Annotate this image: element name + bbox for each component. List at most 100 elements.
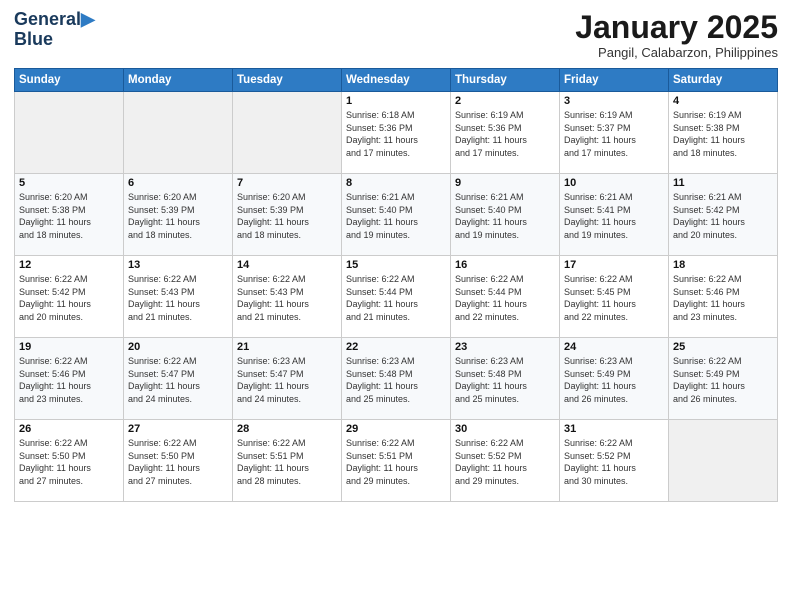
day-number: 8 <box>346 177 446 189</box>
calendar-cell: 8 Sunrise: 6:21 AM Sunset: 5:40 PM Daylig… <box>342 174 451 256</box>
day-info: Sunrise: 6:22 AM Sunset: 5:42 PM Dayligh… <box>19 273 119 323</box>
calendar-cell: 2 Sunrise: 6:19 AM Sunset: 5:36 PM Daylig… <box>451 92 560 174</box>
day-number: 25 <box>673 341 773 353</box>
day-info: Sunrise: 6:19 AM Sunset: 5:37 PM Dayligh… <box>564 109 664 159</box>
day-info: Sunrise: 6:22 AM Sunset: 5:44 PM Dayligh… <box>346 273 446 323</box>
day-info: Sunrise: 6:20 AM Sunset: 5:39 PM Dayligh… <box>128 191 228 241</box>
day-info: Sunrise: 6:22 AM Sunset: 5:43 PM Dayligh… <box>237 273 337 323</box>
calendar-cell: 21 Sunrise: 6:23 AM Sunset: 5:47 PM Dayli… <box>233 338 342 420</box>
logo-text: General▶Blue <box>14 10 95 50</box>
header: General▶Blue January 2025 Pangil, Calaba… <box>14 10 778 60</box>
day-number: 30 <box>455 423 555 435</box>
day-number: 2 <box>455 95 555 107</box>
day-info: Sunrise: 6:22 AM Sunset: 5:52 PM Dayligh… <box>564 437 664 487</box>
day-number: 23 <box>455 341 555 353</box>
day-number: 7 <box>237 177 337 189</box>
title-block: January 2025 Pangil, Calabarzon, Philipp… <box>575 10 778 60</box>
calendar-cell: 23Sunrise: 6:23 AM Sunset: 5:48 PM Dayli… <box>451 338 560 420</box>
day-number: 11 <box>673 177 773 189</box>
calendar-cell: 15 Sunrise: 6:22 AM Sunset: 5:44 PM Dayli… <box>342 256 451 338</box>
calendar-cell <box>124 92 233 174</box>
day-info: Sunrise: 6:23 AM Sunset: 5:47 PM Dayligh… <box>237 355 337 405</box>
day-number: 3 <box>564 95 664 107</box>
day-number: 26 <box>19 423 119 435</box>
day-info: Sunrise: 6:20 AM Sunset: 5:39 PM Dayligh… <box>237 191 337 241</box>
day-number: 9 <box>455 177 555 189</box>
calendar-cell: 14 Sunrise: 6:22 AM Sunset: 5:43 PM Dayli… <box>233 256 342 338</box>
day-info: Sunrise: 6:21 AM Sunset: 5:40 PM Dayligh… <box>346 191 446 241</box>
day-number: 20 <box>128 341 228 353</box>
calendar-cell: 11 Sunrise: 6:21 AM Sunset: 5:42 PM Dayli… <box>669 174 778 256</box>
day-info: Sunrise: 6:22 AM Sunset: 5:45 PM Dayligh… <box>564 273 664 323</box>
day-number: 4 <box>673 95 773 107</box>
day-number: 22 <box>346 341 446 353</box>
day-info: Sunrise: 6:22 AM Sunset: 5:46 PM Dayligh… <box>673 273 773 323</box>
day-number: 18 <box>673 259 773 271</box>
weekday-header: Tuesday <box>233 69 342 92</box>
calendar-cell: 31 Sunrise: 6:22 AM Sunset: 5:52 PM Dayli… <box>560 420 669 502</box>
calendar-cell: 18 Sunrise: 6:22 AM Sunset: 5:46 PM Dayli… <box>669 256 778 338</box>
calendar-cell: 27 Sunrise: 6:22 AM Sunset: 5:50 PM Dayli… <box>124 420 233 502</box>
day-number: 19 <box>19 341 119 353</box>
calendar-cell: 17 Sunrise: 6:22 AM Sunset: 5:45 PM Dayli… <box>560 256 669 338</box>
calendar-week-row: 12 Sunrise: 6:22 AM Sunset: 5:42 PM Dayli… <box>15 256 778 338</box>
weekday-header: Monday <box>124 69 233 92</box>
calendar-cell: 22Sunrise: 6:23 AM Sunset: 5:48 PM Dayli… <box>342 338 451 420</box>
day-number: 10 <box>564 177 664 189</box>
calendar-cell: 24 Sunrise: 6:23 AM Sunset: 5:49 PM Dayli… <box>560 338 669 420</box>
day-number: 1 <box>346 95 446 107</box>
calendar-cell: 7 Sunrise: 6:20 AM Sunset: 5:39 PM Daylig… <box>233 174 342 256</box>
day-number: 14 <box>237 259 337 271</box>
day-info: Sunrise: 6:21 AM Sunset: 5:42 PM Dayligh… <box>673 191 773 241</box>
weekday-header-row: SundayMondayTuesdayWednesdayThursdayFrid… <box>15 69 778 92</box>
calendar-page: General▶Blue January 2025 Pangil, Calaba… <box>0 0 792 612</box>
calendar-subtitle: Pangil, Calabarzon, Philippines <box>575 45 778 60</box>
calendar-cell: 20 Sunrise: 6:22 AM Sunset: 5:47 PM Dayli… <box>124 338 233 420</box>
day-info: Sunrise: 6:22 AM Sunset: 5:44 PM Dayligh… <box>455 273 555 323</box>
day-info: Sunrise: 6:22 AM Sunset: 5:51 PM Dayligh… <box>237 437 337 487</box>
calendar-week-row: 1Sunrise: 6:18 AM Sunset: 5:36 PM Daylig… <box>15 92 778 174</box>
calendar-cell: 6 Sunrise: 6:20 AM Sunset: 5:39 PM Daylig… <box>124 174 233 256</box>
calendar-cell: 16Sunrise: 6:22 AM Sunset: 5:44 PM Dayli… <box>451 256 560 338</box>
day-number: 13 <box>128 259 228 271</box>
day-info: Sunrise: 6:22 AM Sunset: 5:47 PM Dayligh… <box>128 355 228 405</box>
day-info: Sunrise: 6:22 AM Sunset: 5:51 PM Dayligh… <box>346 437 446 487</box>
day-number: 15 <box>346 259 446 271</box>
calendar-cell <box>15 92 124 174</box>
calendar-cell: 19 Sunrise: 6:22 AM Sunset: 5:46 PM Dayli… <box>15 338 124 420</box>
day-number: 21 <box>237 341 337 353</box>
weekday-header: Thursday <box>451 69 560 92</box>
day-info: Sunrise: 6:22 AM Sunset: 5:46 PM Dayligh… <box>19 355 119 405</box>
calendar-cell: 3 Sunrise: 6:19 AM Sunset: 5:37 PM Daylig… <box>560 92 669 174</box>
calendar-cell <box>669 420 778 502</box>
day-number: 29 <box>346 423 446 435</box>
day-info: Sunrise: 6:22 AM Sunset: 5:52 PM Dayligh… <box>455 437 555 487</box>
day-info: Sunrise: 6:22 AM Sunset: 5:50 PM Dayligh… <box>19 437 119 487</box>
calendar-cell: 5 Sunrise: 6:20 AM Sunset: 5:38 PM Daylig… <box>15 174 124 256</box>
day-info: Sunrise: 6:22 AM Sunset: 5:49 PM Dayligh… <box>673 355 773 405</box>
day-info: Sunrise: 6:19 AM Sunset: 5:36 PM Dayligh… <box>455 109 555 159</box>
calendar-table: SundayMondayTuesdayWednesdayThursdayFrid… <box>14 68 778 502</box>
day-number: 31 <box>564 423 664 435</box>
calendar-week-row: 5 Sunrise: 6:20 AM Sunset: 5:38 PM Daylig… <box>15 174 778 256</box>
day-info: Sunrise: 6:22 AM Sunset: 5:43 PM Dayligh… <box>128 273 228 323</box>
calendar-cell: 10Sunrise: 6:21 AM Sunset: 5:41 PM Dayli… <box>560 174 669 256</box>
day-number: 28 <box>237 423 337 435</box>
calendar-cell: 13 Sunrise: 6:22 AM Sunset: 5:43 PM Dayli… <box>124 256 233 338</box>
day-info: Sunrise: 6:20 AM Sunset: 5:38 PM Dayligh… <box>19 191 119 241</box>
day-number: 27 <box>128 423 228 435</box>
day-info: Sunrise: 6:21 AM Sunset: 5:40 PM Dayligh… <box>455 191 555 241</box>
day-info: Sunrise: 6:23 AM Sunset: 5:49 PM Dayligh… <box>564 355 664 405</box>
weekday-header: Wednesday <box>342 69 451 92</box>
day-number: 12 <box>19 259 119 271</box>
calendar-cell: 9 Sunrise: 6:21 AM Sunset: 5:40 PM Daylig… <box>451 174 560 256</box>
calendar-cell: 29 Sunrise: 6:22 AM Sunset: 5:51 PM Dayli… <box>342 420 451 502</box>
day-number: 5 <box>19 177 119 189</box>
day-number: 17 <box>564 259 664 271</box>
calendar-cell: 30 Sunrise: 6:22 AM Sunset: 5:52 PM Dayli… <box>451 420 560 502</box>
calendar-cell: 12 Sunrise: 6:22 AM Sunset: 5:42 PM Dayli… <box>15 256 124 338</box>
day-number: 6 <box>128 177 228 189</box>
day-info: Sunrise: 6:22 AM Sunset: 5:50 PM Dayligh… <box>128 437 228 487</box>
day-number: 24 <box>564 341 664 353</box>
calendar-cell: 4Sunrise: 6:19 AM Sunset: 5:38 PM Daylig… <box>669 92 778 174</box>
